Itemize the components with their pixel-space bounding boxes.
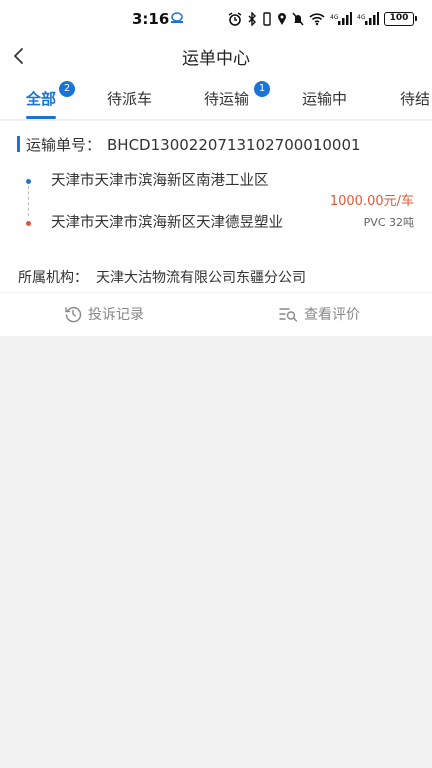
signal-icon: 4G xyxy=(357,12,379,25)
tab-all-badge: 2 xyxy=(59,81,75,97)
history-icon xyxy=(65,306,82,323)
svg-text:4G: 4G xyxy=(357,14,366,21)
bluetooth-icon xyxy=(248,12,256,26)
cargo-info: PVC 32吨 xyxy=(363,216,414,229)
origin-address: 天津市天津市滨海新区南港工业区 xyxy=(51,173,269,189)
tab-pending-settlement[interactable]: 待结 xyxy=(400,88,430,109)
tab-all[interactable]: 全部 xyxy=(26,88,56,109)
mute-icon xyxy=(292,12,304,26)
signal-icon: 4G xyxy=(330,12,352,25)
organization-value: 天津大沽物流有限公司东疆分公司 xyxy=(96,270,306,286)
nav-bar: 运单中心 xyxy=(0,38,432,74)
order-number: 运输单号： BHCD1300220713102700010001 xyxy=(26,134,361,155)
order-accent-bar xyxy=(17,136,20,152)
battery-icon: 100 xyxy=(384,12,417,26)
divider xyxy=(0,292,432,293)
alarm-icon xyxy=(228,12,242,26)
vibrate-icon xyxy=(263,12,271,26)
tab-active-indicator xyxy=(26,116,56,119)
tab-pending-dispatch[interactable]: 待派车 xyxy=(107,88,152,109)
status-icons: 4G 4G 100 xyxy=(228,11,417,27)
status-bar: 3:16 4G 4G 100 xyxy=(0,0,432,38)
complaint-records-label: 投诉记录 xyxy=(88,307,144,323)
app-notification-icon xyxy=(171,12,183,23)
destination-dot xyxy=(26,221,31,226)
tab-bar: 全部 2 待派车 待运输 1 运输中 待结 xyxy=(0,74,432,120)
order-price: 1000.00元/车 xyxy=(329,194,414,209)
route-line xyxy=(28,186,29,216)
order-number-value: BHCD1300220713102700010001 xyxy=(107,136,361,154)
search-list-icon xyxy=(279,308,298,322)
complaint-records-button[interactable]: 投诉记录 xyxy=(64,304,144,324)
location-icon xyxy=(278,13,286,25)
organization-label: 所属机构： xyxy=(18,270,88,286)
wifi-icon xyxy=(309,13,325,26)
order-number-label: 运输单号： xyxy=(26,136,102,154)
view-review-button[interactable]: 查看评价 xyxy=(278,304,360,324)
status-time: 3:16 xyxy=(132,10,170,28)
page-title: 运单中心 xyxy=(182,49,250,69)
origin-dot xyxy=(26,179,31,184)
organization: 所属机构： 天津大沽物流有限公司东疆分公司 xyxy=(18,267,306,287)
view-review-label: 查看评价 xyxy=(304,307,360,323)
destination-address: 天津市天津市滨海新区天津德昱塑业 xyxy=(51,215,283,231)
svg-text:4G: 4G xyxy=(330,14,339,21)
tab-pending-transport[interactable]: 待运输 xyxy=(204,88,249,109)
tab-pending-transport-badge: 1 xyxy=(254,81,270,97)
tab-in-transit[interactable]: 运输中 xyxy=(302,88,347,109)
